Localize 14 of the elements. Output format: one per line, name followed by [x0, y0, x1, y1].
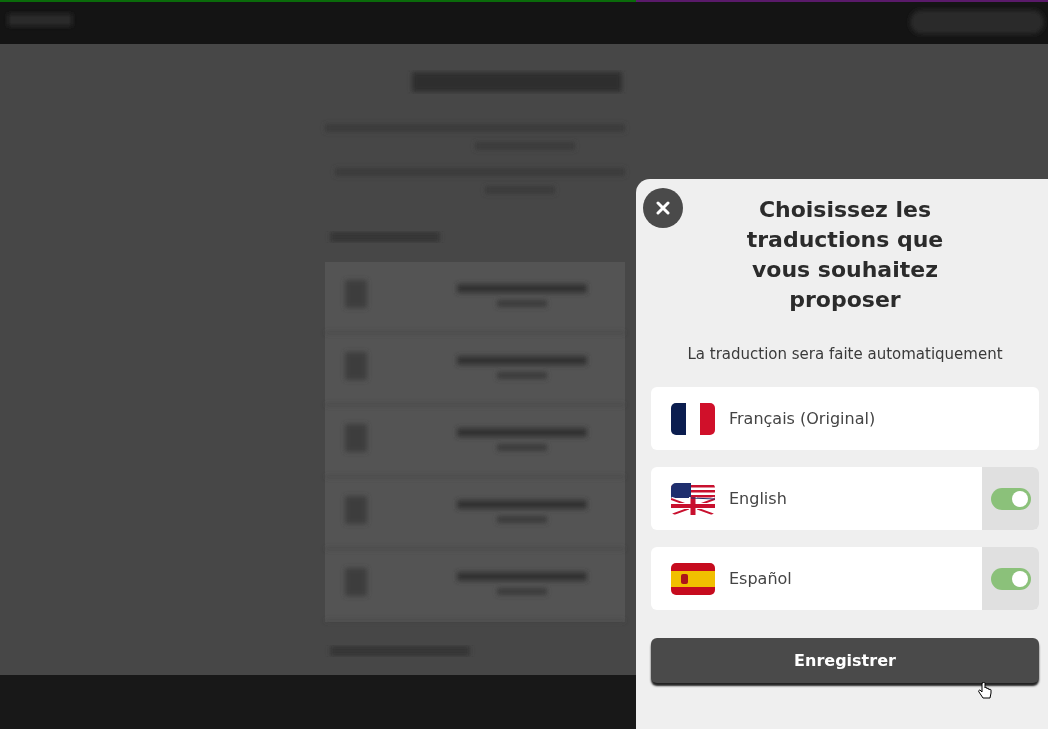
language-name: Español	[729, 569, 793, 588]
dialog-subtitle: La traduction sera faite automatiquement	[686, 345, 1004, 363]
close-button[interactable]	[643, 188, 683, 228]
save-button[interactable]: Enregistrer	[651, 638, 1039, 683]
dialog-title: Choisissez les traductions que vous souhaitez proposer	[745, 196, 945, 314]
language-name: English	[729, 489, 788, 508]
flag-icon	[671, 482, 715, 515]
hand-cursor-icon	[978, 682, 992, 700]
toggle-switch[interactable]	[982, 547, 1039, 610]
flag-icon	[671, 402, 715, 435]
flag-icon	[671, 562, 715, 595]
language-name: Français (Original)	[729, 409, 877, 428]
toggle-switch[interactable]	[982, 467, 1039, 530]
close-icon	[656, 201, 670, 215]
